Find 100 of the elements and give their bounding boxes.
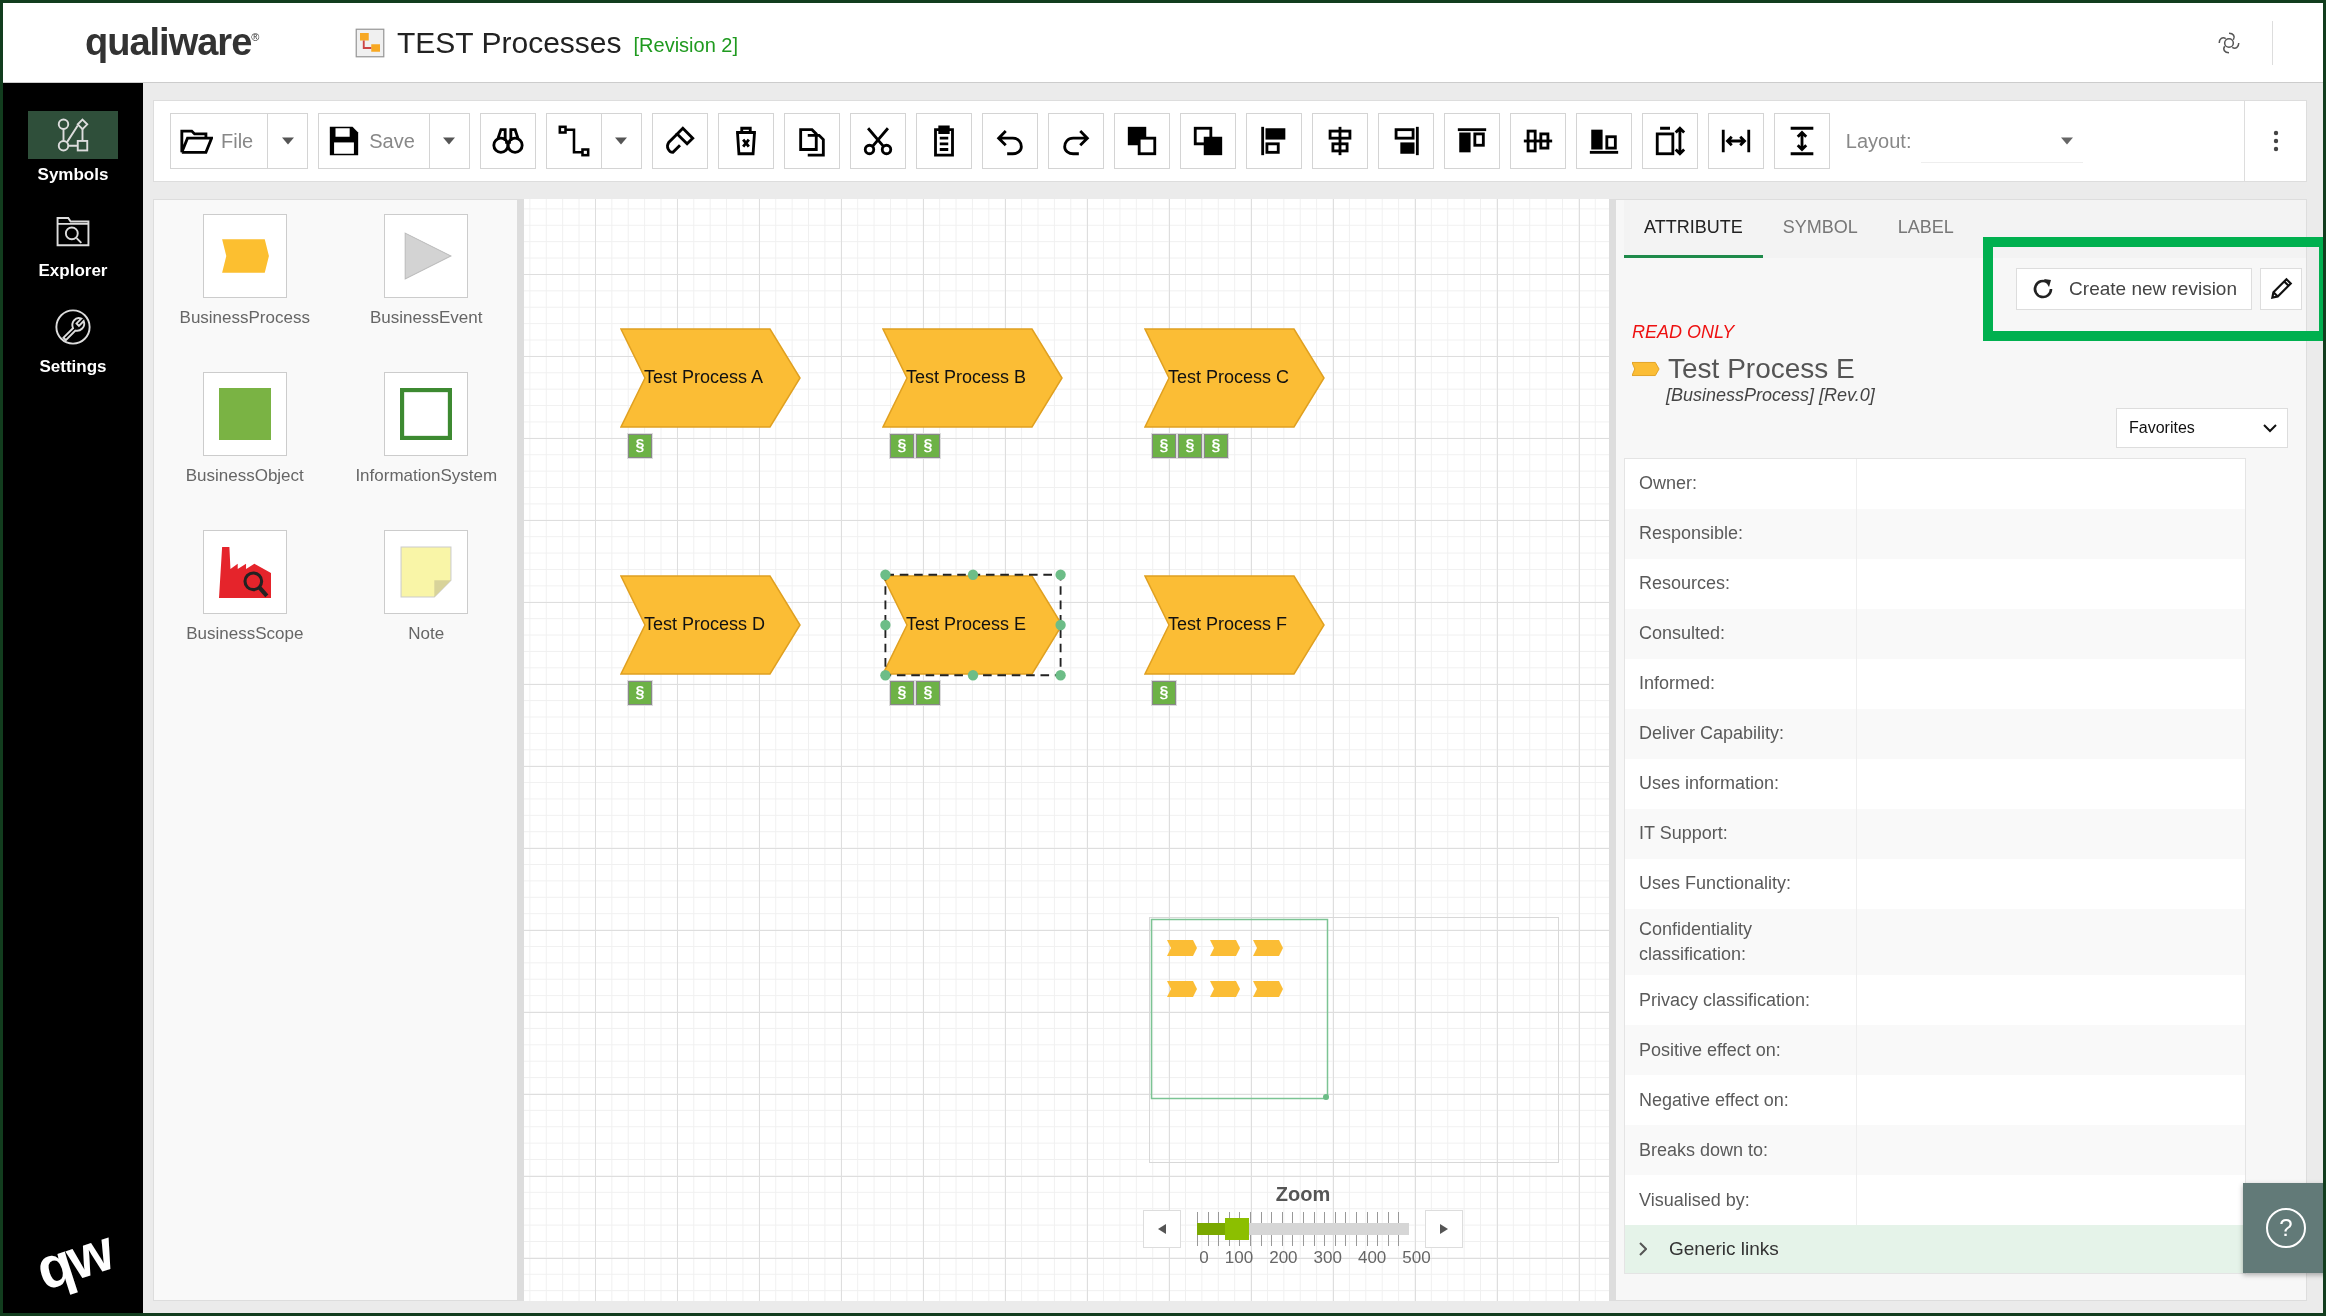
zoom-out-button[interactable] (1143, 1210, 1181, 1248)
process-shape[interactable] (620, 575, 801, 675)
symbol-tile[interactable] (384, 530, 469, 614)
file-button[interactable]: File (170, 113, 269, 169)
zoom-tick-label: 200 (1269, 1248, 1298, 1268)
nav-item[interactable]: Symbols (13, 111, 133, 185)
connector-icon (556, 124, 591, 158)
square-icon (218, 388, 271, 440)
section-badge[interactable]: § (890, 681, 914, 705)
connector-button[interactable] (545, 113, 602, 169)
slider-thumb[interactable] (1225, 1218, 1250, 1240)
square-outline-icon (400, 388, 453, 440)
object-type: [BusinessProcess] [Rev.0] (1666, 385, 1876, 406)
redo-button[interactable] (1047, 113, 1104, 169)
attribute-label: Breaks down to: (1625, 1125, 1857, 1176)
attribute-label: Confidentiality classification: (1625, 909, 1857, 976)
diagram-icon (355, 27, 385, 58)
find-button[interactable] (479, 113, 536, 169)
help-button[interactable]: ? (2243, 1183, 2323, 1273)
view-dropdown[interactable]: Favorites (2116, 408, 2288, 448)
splitter-handle[interactable] (518, 199, 524, 1301)
wrench-icon (54, 308, 92, 346)
zoom-tick-label: 300 (1313, 1248, 1342, 1268)
caret-icon (615, 137, 628, 145)
align-left-button[interactable] (1245, 113, 1302, 169)
section-badge[interactable]: § (1152, 681, 1176, 705)
process-shape[interactable] (1144, 328, 1325, 428)
bring-to-front-button[interactable] (1113, 113, 1170, 169)
pencil-icon (2268, 276, 2294, 302)
align-bottom-button[interactable] (1575, 113, 1632, 169)
symbol-label: BusinessProcess (179, 308, 310, 328)
section-badge[interactable]: § (628, 681, 652, 705)
symbol-tile[interactable] (384, 214, 469, 298)
app-logo: qw (27, 1216, 119, 1303)
section-badge[interactable]: § (890, 434, 914, 458)
sticky-note-icon (400, 546, 453, 598)
caret-icon (281, 137, 294, 145)
section-badge[interactable]: § (916, 434, 940, 458)
read-only-label: READ ONLY (1632, 322, 1736, 343)
align-top-button[interactable] (1443, 113, 1500, 169)
undo-button[interactable] (981, 113, 1038, 169)
process-shape[interactable] (1144, 575, 1325, 675)
panel-tab[interactable]: SYMBOL (1762, 200, 1878, 258)
attribute-label: Consulted: (1625, 609, 1857, 659)
panel-tab[interactable]: LABEL (1877, 200, 1974, 258)
process-shape[interactable] (882, 328, 1063, 428)
attribute-label: IT Support: (1625, 809, 1857, 859)
zoom-label: Zoom (1275, 1183, 1331, 1206)
logo: qualiware$^{®}$ (85, 21, 260, 64)
symbol-label: BusinessEvent (370, 308, 483, 328)
process-label: Test Process E (906, 614, 1027, 635)
cut-button[interactable] (849, 113, 906, 169)
process-shape[interactable] (620, 328, 801, 428)
nav-item[interactable]: Settings (13, 303, 133, 377)
section-badge[interactable]: § (1152, 434, 1176, 458)
edit-button[interactable] (2260, 268, 2302, 310)
panel-tab[interactable]: ATTRIBUTE (1624, 200, 1763, 258)
process-label: Test Process A (644, 367, 764, 388)
space-vertical-button[interactable] (1773, 113, 1830, 169)
section-badge[interactable]: § (916, 681, 940, 705)
same-height-button[interactable] (1641, 113, 1698, 169)
factory-icon (218, 546, 271, 598)
chevron-down-icon (2263, 423, 2277, 433)
symbol-tile[interactable] (202, 372, 287, 456)
object-name: Test Process E (1668, 353, 1855, 385)
generic-links-row[interactable]: Generic links (1625, 1225, 2245, 1274)
layout-label: Layout: (1845, 129, 1912, 153)
zoom-tick-label: 0 (1199, 1248, 1209, 1268)
space-horizontal-button[interactable] (1707, 113, 1764, 169)
splitter-handle[interactable] (1609, 199, 1615, 1301)
section-badge[interactable]: § (628, 434, 652, 458)
revision-label: [Revision 2] (633, 34, 739, 57)
save-button[interactable]: Save (318, 113, 430, 169)
symbol-tile[interactable] (384, 372, 469, 456)
symbol-label: InformationSystem (355, 466, 498, 486)
attribute-label: Responsible: (1625, 509, 1857, 559)
format-painter-button[interactable] (651, 113, 708, 169)
symbol-label: BusinessScope (186, 624, 304, 644)
delete-button[interactable] (717, 113, 774, 169)
symbol-tile[interactable] (202, 214, 287, 298)
nav-item[interactable]: Explorer (13, 207, 133, 281)
send-to-back-button[interactable] (1179, 113, 1236, 169)
paste-button[interactable] (915, 113, 972, 169)
align-middle-button[interactable] (1509, 113, 1566, 169)
chevron-icon (1632, 361, 1660, 377)
create-revision-button[interactable]: Create new revision (2016, 268, 2252, 310)
section-badge[interactable]: § (1178, 434, 1202, 458)
symbol-tile[interactable] (202, 530, 287, 614)
copy-button[interactable] (783, 113, 840, 169)
process-label: Test Process D (644, 614, 766, 635)
right-arrow-icon (1440, 1224, 1448, 1234)
process-shape[interactable] (882, 575, 1063, 675)
left-arrow-icon (1158, 1224, 1166, 1234)
zoom-in-button[interactable] (1425, 1210, 1463, 1248)
process-label: Test Process C (1168, 367, 1290, 388)
align-center-button[interactable] (1311, 113, 1368, 169)
align-right-button[interactable] (1377, 113, 1434, 169)
section-badge[interactable]: § (1204, 434, 1228, 458)
zoom-tick-label: 500 (1402, 1248, 1431, 1268)
symbol-label: Note (408, 624, 445, 644)
